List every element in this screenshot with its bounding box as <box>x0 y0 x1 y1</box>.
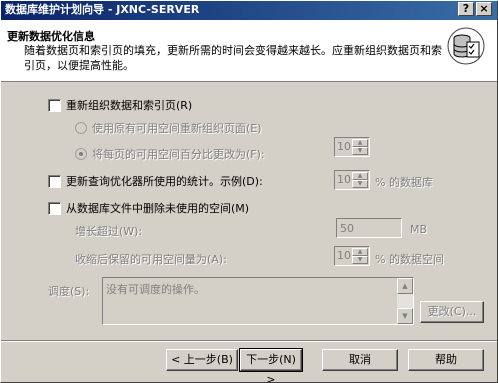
free-after-label: 收缩后保留的可用空间量为(A): <box>75 253 227 266</box>
reorg-percent-label: 将每页的可用空间百分比更改为(F): <box>92 148 265 161</box>
free-after-value: 10 <box>337 249 351 262</box>
footer-separator <box>0 340 498 342</box>
shrink-checkbox[interactable] <box>48 201 61 215</box>
spin-down-icon[interactable]: ▼ <box>352 147 368 155</box>
reorg-percent-option[interactable]: 将每页的可用空间百分比更改为(F): <box>75 146 265 162</box>
reorg-original-option[interactable]: 使用原有可用空间重新组织页面(E) <box>75 120 262 136</box>
free-after-suffix: % 的数据空间 <box>375 253 444 266</box>
close-title-button[interactable]: × <box>476 2 492 16</box>
spin-up-icon[interactable]: ▲ <box>352 248 368 256</box>
grow-exceeds-unit: MB <box>410 223 428 236</box>
change-schedule-button[interactable]: 更改(C)... <box>420 301 484 323</box>
scroll-down-icon[interactable]: ▼ <box>397 308 413 324</box>
shrink-label: 从数据库文件中删除未使用的空间(M) <box>66 202 250 215</box>
spin-down-icon[interactable]: ▼ <box>352 256 368 264</box>
next-button[interactable]: 下一步(N) > <box>239 348 303 383</box>
back-button[interactable]: < 上一步(B) <box>166 349 238 371</box>
title-bar: 数据库维护计划向导 - JXNC-SERVER ? × <box>0 0 498 20</box>
reorg-percent-spinner[interactable]: 10 ▲ ▼ <box>334 137 370 157</box>
window-title: 数据库维护计划向导 - JXNC-SERVER <box>5 3 200 16</box>
database-checklist-icon <box>447 27 485 65</box>
update-stats-option[interactable]: 更新查询优化器所使用的统计。示例(D): <box>48 173 263 189</box>
reorganize-checkbox[interactable] <box>48 98 61 112</box>
help-title-button[interactable]: ? <box>458 2 474 16</box>
reorg-percent-radio[interactable] <box>75 148 87 160</box>
reorg-percent-value: 10 <box>337 140 351 153</box>
update-stats-value: 10 <box>337 173 351 186</box>
help-button[interactable]: 帮助 <box>408 349 484 371</box>
spin-up-icon[interactable]: ▲ <box>352 172 368 180</box>
cancel-button[interactable]: 取消 <box>322 349 398 371</box>
free-after-spinner[interactable]: 10 ▲ ▼ <box>334 246 370 266</box>
reorg-original-radio[interactable] <box>75 122 87 134</box>
spin-up-icon[interactable]: ▲ <box>352 139 368 147</box>
schedule-text: 没有可调度的操作。 <box>106 283 205 296</box>
scroll-up-icon[interactable]: ▲ <box>397 278 413 294</box>
wizard-header: 更新数据优化信息 随着数据页和索引页的填充，更新所需的时间会变得越来越长。应重新… <box>0 20 498 82</box>
reorg-original-label: 使用原有可用空间重新组织页面(E) <box>92 122 262 135</box>
reorganize-option[interactable]: 重新组织数据和索引页(R) <box>48 97 192 113</box>
spin-down-icon[interactable]: ▼ <box>352 180 368 188</box>
update-stats-spinner[interactable]: 10 ▲ ▼ <box>334 170 370 190</box>
update-stats-suffix: % 的数据库 <box>375 176 433 189</box>
grow-exceeds-label: 增长超过(W): <box>75 225 143 238</box>
schedule-label: 调度(S): <box>48 285 90 298</box>
update-stats-label: 更新查询优化器所使用的统计。示例(D): <box>66 175 263 188</box>
update-stats-checkbox[interactable] <box>48 174 61 188</box>
reorganize-label: 重新组织数据和索引页(R) <box>66 99 193 112</box>
schedule-scrollbar[interactable]: ▲ ▼ <box>397 278 413 324</box>
page-description: 随着数据页和索引页的填充，更新所需的时间会变得越来越长。应重新组织数据页和索引页… <box>24 44 442 72</box>
schedule-box[interactable]: 没有可调度的操作。 ▲ ▼ <box>102 277 414 325</box>
page-title: 更新数据优化信息 <box>7 30 95 43</box>
shrink-option[interactable]: 从数据库文件中删除未使用的空间(M) <box>48 200 249 216</box>
grow-exceeds-input[interactable]: 50 <box>336 218 402 238</box>
